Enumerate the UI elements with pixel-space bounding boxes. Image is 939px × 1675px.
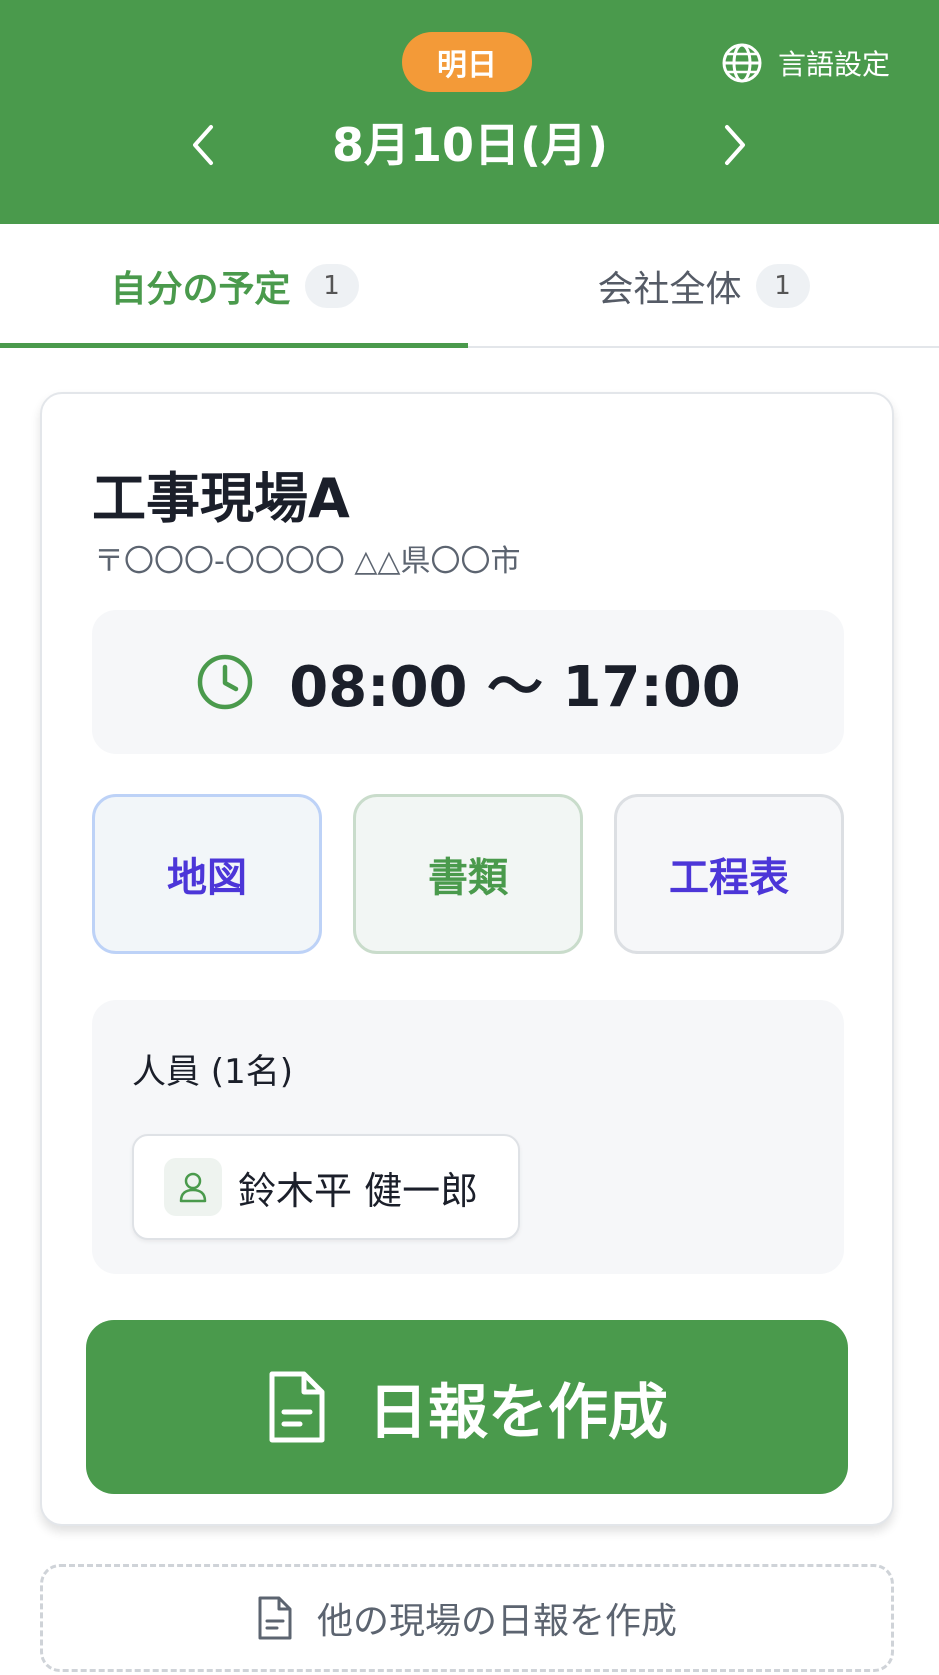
document-icon: [258, 1596, 292, 1640]
clock-icon: [198, 654, 253, 710]
create-other-site-report-button[interactable]: 他の現場の日報を作成: [40, 1564, 894, 1672]
header: 明日 8月10日(月) 言語設定: [0, 0, 939, 224]
prev-day-button[interactable]: [168, 110, 238, 180]
create-other-report-label: 他の現場の日報を作成: [316, 1601, 677, 1642]
document-icon: [269, 1371, 325, 1443]
globe-icon: [722, 43, 762, 83]
staff-member-chip[interactable]: 鈴木平 健一郎: [132, 1134, 520, 1240]
create-daily-report-button[interactable]: 日報を作成: [86, 1320, 848, 1494]
next-day-button[interactable]: [700, 110, 770, 180]
tab-bar: 自分の予定 1 会社全体 1: [0, 224, 939, 348]
tab-company-wide[interactable]: 会社全体 1: [469, 224, 938, 348]
time-range: 08:00 〜 17:00: [289, 654, 741, 720]
staff-member-name: 鈴木平 健一郎: [238, 1168, 479, 1213]
active-tab-indicator: [0, 343, 468, 348]
time-range-box: 08:00 〜 17:00: [92, 610, 844, 754]
tab-label: 会社全体: [597, 269, 742, 310]
site-name: 工事現場A: [92, 467, 350, 530]
language-settings-button[interactable]: 言語設定: [720, 38, 890, 88]
tomorrow-badge: 明日: [402, 32, 532, 92]
process-schedule-button[interactable]: 工程表: [614, 794, 844, 954]
documents-button[interactable]: 書類: [353, 794, 583, 954]
chevron-left-icon: [193, 125, 213, 165]
count-badge: 1: [304, 264, 359, 308]
count-badge: 1: [755, 264, 810, 308]
person-icon: [179, 1172, 207, 1203]
tab-my-schedule[interactable]: 自分の予定 1: [0, 224, 469, 348]
map-button[interactable]: 地図: [92, 794, 322, 954]
chevron-right-icon: [725, 125, 745, 165]
tab-label: 自分の予定: [110, 269, 291, 310]
staff-section: 人員 (1名) 鈴木平 健一郎: [92, 1000, 844, 1274]
schedule-card: 工事現場A 〒〇〇〇-〇〇〇〇 △△県〇〇市 08:00 〜 17:00 地図 …: [40, 392, 894, 1526]
language-settings-label: 言語設定: [778, 48, 891, 81]
site-address: 〒〇〇〇-〇〇〇〇 △△県〇〇市: [94, 544, 521, 579]
create-report-label: 日報を作成: [368, 1377, 668, 1448]
avatar: [164, 1158, 222, 1216]
staff-heading: 人員 (1名): [132, 1052, 293, 1092]
date-label: 8月10日(月): [331, 118, 609, 172]
